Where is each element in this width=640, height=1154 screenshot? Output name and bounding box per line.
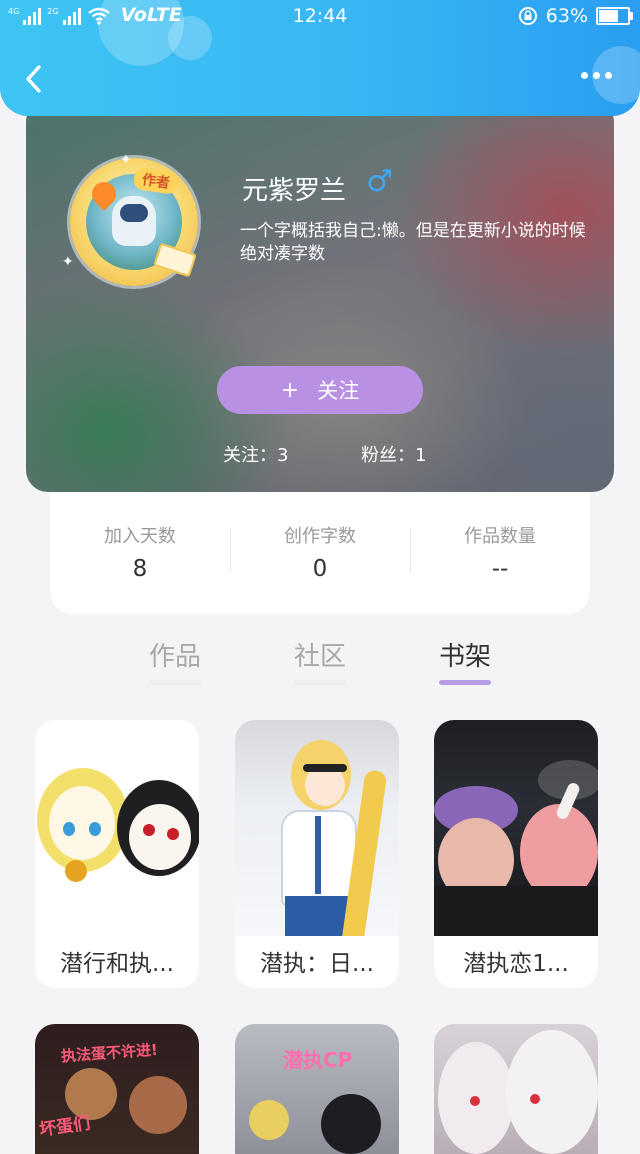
cover-text: 坏蛋们 xyxy=(38,1113,92,1141)
book-card[interactable]: 潜执恋1... xyxy=(434,720,598,988)
battery-percent: 63% xyxy=(545,5,588,27)
tab-community[interactable]: 社区 xyxy=(280,636,360,673)
profile-header-card: 作者 ✦ ✦ 元紫罗兰 ♂ 一个字概括我自己:懒。但是在更新小说的时候绝对凑字数… xyxy=(26,100,614,492)
battery-icon xyxy=(596,7,633,25)
cover-text: 潜执CP xyxy=(283,1048,353,1072)
stat-label: 作品数量 xyxy=(464,526,536,547)
book-card[interactable]: 潜行和执... xyxy=(35,720,199,988)
stats-panel: 加入天数 8 创作字数 0 作品数量 -- xyxy=(50,492,590,614)
more-options-icon[interactable] xyxy=(581,72,612,79)
book-cover xyxy=(235,720,399,936)
plus-icon: + xyxy=(280,377,300,403)
book-cover xyxy=(35,720,199,936)
stat-word-count: 创作字数 0 xyxy=(230,522,410,582)
stat-works-count: 作品数量 -- xyxy=(410,522,590,582)
followers-count[interactable]: 粉丝：1 xyxy=(361,441,426,467)
book-title: 潜执：日... xyxy=(260,951,374,977)
tab-bookshelf[interactable]: 书架 xyxy=(425,636,505,673)
status-bar: 4G 2G VoLTE 12:44 63% xyxy=(0,0,640,34)
book-title: 潜行和执... xyxy=(60,951,174,977)
tab-indicator-active xyxy=(439,680,491,685)
book-title: 潜执恋1... xyxy=(463,951,569,977)
follow-button-label: 关注 xyxy=(317,379,360,403)
sparkle-icon: ✦ xyxy=(120,152,132,168)
book-cover xyxy=(434,1024,598,1154)
male-gender-icon: ♂ xyxy=(366,164,393,199)
tab-indicator xyxy=(294,680,346,685)
username: 元紫罗兰 xyxy=(242,176,347,206)
stat-value: 0 xyxy=(312,556,328,582)
follow-button[interactable]: + 关注 xyxy=(217,366,423,414)
sparkle-icon: ✦ xyxy=(62,254,74,270)
cover-text: 执法蛋不许进! xyxy=(60,1040,159,1066)
stat-label: 加入天数 xyxy=(104,526,176,547)
user-bio: 一个字概括我自己:懒。但是在更新小说的时候绝对凑字数 xyxy=(240,221,586,264)
back-arrow-icon[interactable] xyxy=(24,64,42,94)
book-card[interactable] xyxy=(434,1024,598,1154)
book-card[interactable]: 潜执：日... xyxy=(235,720,399,988)
book-cover: 执法蛋不许进! 坏蛋们 xyxy=(35,1024,199,1154)
stat-value: -- xyxy=(491,556,509,582)
stat-value: 8 xyxy=(132,556,148,582)
rotation-lock-icon xyxy=(518,7,537,25)
book-cover: 潜执CP xyxy=(235,1024,399,1154)
book-card[interactable]: 潜执CP xyxy=(235,1024,399,1154)
book-cover xyxy=(434,720,598,936)
book-icon xyxy=(153,242,197,278)
stat-join-days: 加入天数 8 xyxy=(50,522,230,582)
profile-tabs: 作品 社区 书架 xyxy=(0,630,640,690)
following-count[interactable]: 关注：3 xyxy=(223,441,288,467)
tab-works[interactable]: 作品 xyxy=(135,636,215,673)
stat-label: 创作字数 xyxy=(284,526,356,547)
book-card[interactable]: 执法蛋不许进! 坏蛋们 xyxy=(35,1024,199,1154)
tab-indicator xyxy=(149,680,201,685)
avatar[interactable]: 作者 ✦ ✦ xyxy=(62,152,198,286)
